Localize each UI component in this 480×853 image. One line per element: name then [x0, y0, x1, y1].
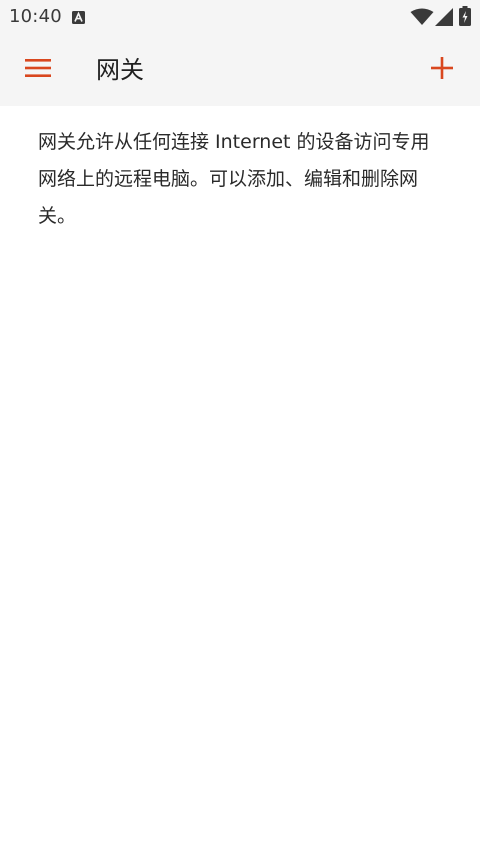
- wifi-icon: [410, 8, 434, 26]
- gateway-description: 网关允许从任何连接 Internet 的设备访问专用网络上的远程电脑。可以添加、…: [38, 131, 430, 227]
- plus-icon: [431, 57, 453, 83]
- hamburger-menu-icon: [25, 58, 51, 82]
- page-title: 网关: [96, 56, 144, 84]
- app-bar: 网关: [0, 34, 480, 106]
- status-time: 10:40: [9, 6, 62, 27]
- a-notification-icon: [72, 9, 85, 24]
- status-bar: 10:40: [0, 0, 480, 34]
- signal-icon: [435, 8, 453, 26]
- menu-button[interactable]: [16, 48, 60, 92]
- battery-icon: [459, 6, 471, 26]
- add-gateway-button[interactable]: [420, 48, 464, 92]
